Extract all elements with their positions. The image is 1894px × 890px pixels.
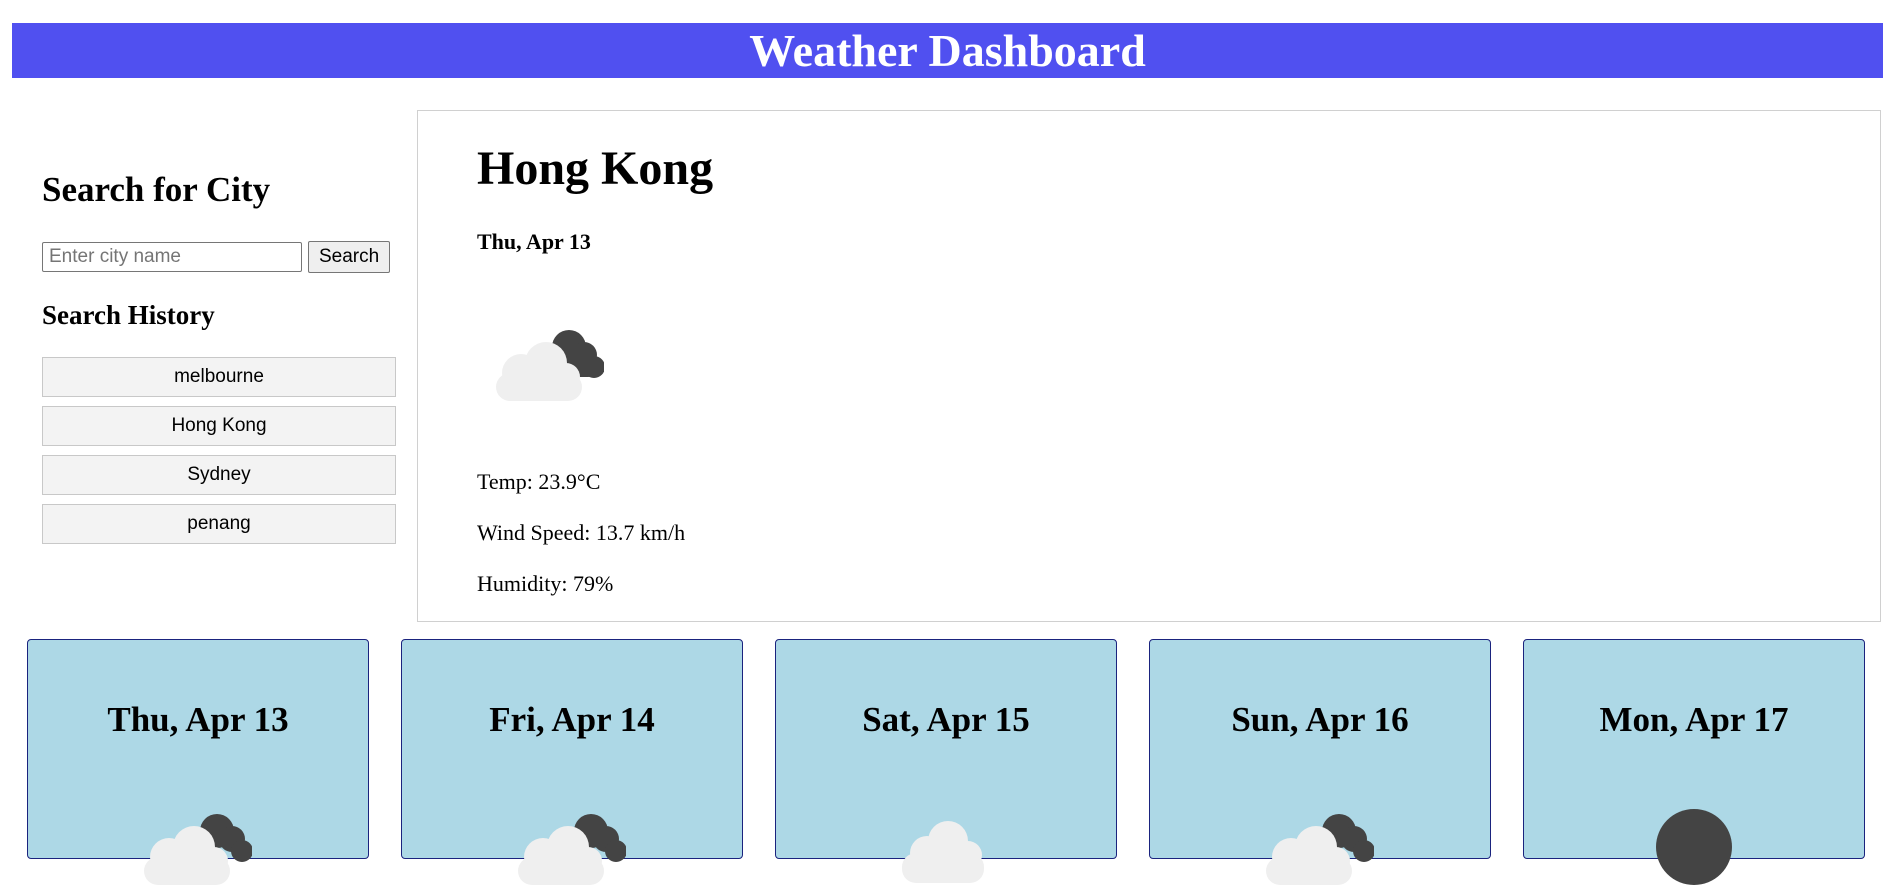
overcast-clouds-icon bbox=[1524, 805, 1864, 890]
forecast-date: Mon, Apr 17 bbox=[1599, 700, 1789, 739]
search-row: Search bbox=[42, 241, 396, 273]
forecast-date: Thu, Apr 13 bbox=[107, 700, 289, 739]
search-button[interactable]: Search bbox=[308, 241, 391, 273]
forecast-card: Sun, Apr 16 bbox=[1149, 639, 1491, 885]
current-humidity: Humidity: 79% bbox=[477, 571, 614, 596]
broken-clouds-icon bbox=[1150, 805, 1490, 890]
forecast-card: Mon, Apr 17 bbox=[1523, 639, 1865, 885]
current-date: Thu, Apr 13 bbox=[477, 229, 591, 254]
forecast-card: Fri, Apr 14 bbox=[401, 639, 743, 885]
history-item-hong-kong[interactable]: Hong Kong bbox=[42, 406, 396, 446]
search-heading: Search for City bbox=[42, 170, 271, 209]
search-history-list: melbourne Hong Kong Sydney penang bbox=[42, 357, 396, 544]
current-temp: Temp: 23.9°C bbox=[477, 469, 601, 494]
broken-clouds-icon bbox=[28, 805, 368, 890]
sidebar: Search for City Search Search History me… bbox=[42, 160, 396, 553]
few-clouds-icon bbox=[776, 805, 1116, 890]
forecast-date: Sun, Apr 16 bbox=[1231, 700, 1409, 739]
forecast-date: Fri, Apr 14 bbox=[489, 700, 655, 739]
forecast-date: Sat, Apr 15 bbox=[862, 700, 1030, 739]
broken-clouds-icon bbox=[496, 321, 605, 406]
current-weather-panel: Hong Kong Thu, Apr 13 Temp: 23.9°C Wind … bbox=[417, 110, 1881, 622]
page-title: Weather Dashboard bbox=[749, 25, 1146, 76]
forecast-card: Sat, Apr 15 bbox=[775, 639, 1117, 883]
history-item-melbourne[interactable]: melbourne bbox=[42, 357, 396, 397]
broken-clouds-icon bbox=[402, 805, 742, 890]
city-search-input[interactable] bbox=[42, 242, 302, 272]
forecast-card: Thu, Apr 13 bbox=[27, 639, 369, 885]
forecast-row: Thu, Apr 13 Fri, Apr 14 Sat, Apr 15 Sun,… bbox=[27, 639, 1869, 885]
page-header: Weather Dashboard bbox=[12, 23, 1883, 78]
history-item-penang[interactable]: penang bbox=[42, 504, 396, 544]
current-wind-speed: Wind Speed: 13.7 km/h bbox=[477, 520, 686, 545]
history-item-sydney[interactable]: Sydney bbox=[42, 455, 396, 495]
current-city-name: Hong Kong bbox=[477, 142, 714, 195]
history-heading: Search History bbox=[42, 300, 215, 330]
